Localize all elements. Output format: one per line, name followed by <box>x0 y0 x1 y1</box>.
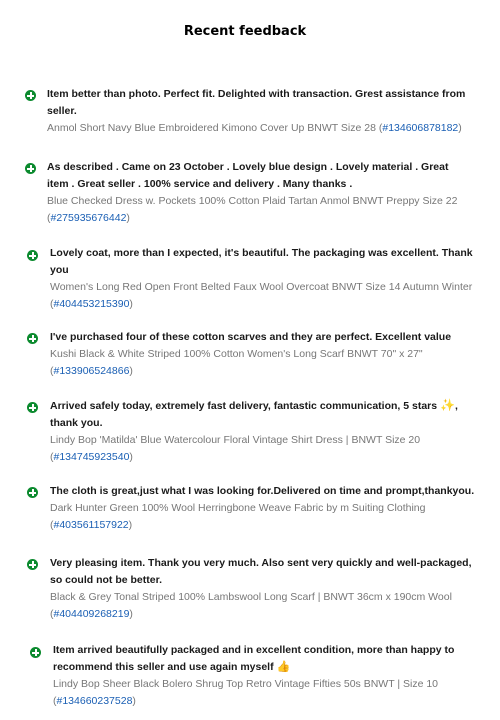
feedback-item: Women's Long Red Open Front Belted Faux … <box>50 279 475 313</box>
feedback-comment: Item better than photo. Perfect fit. Del… <box>47 88 466 117</box>
feedback-comment: The cloth is great,just what I was looki… <box>50 485 475 497</box>
positive-rating-icon <box>30 647 41 658</box>
item-title: Anmol Short Navy Blue Embroidered Kimono… <box>47 122 383 134</box>
positive-rating-icon <box>25 90 36 101</box>
feedback-entry: Very pleasing item. Thank you very much.… <box>50 555 475 623</box>
item-number-link[interactable]: #134660237528 <box>57 695 133 707</box>
positive-rating-icon <box>27 402 38 413</box>
feedback-comment: Very pleasing item. Thank you very much.… <box>50 557 472 586</box>
item-close-paren: ) <box>126 212 130 224</box>
feedback-item: Blue Checked Dress w. Pockets 100% Cotto… <box>47 193 472 227</box>
item-number-link[interactable]: #133906524866 <box>54 365 130 377</box>
feedback-item: Black & Grey Tonal Striped 100% Lambswoo… <box>50 589 475 623</box>
item-number-link[interactable]: #134745923540 <box>54 451 130 463</box>
sparkle-icon: ✨ <box>440 398 455 412</box>
item-close-paren: ) <box>128 519 133 531</box>
item-close-paren: ) <box>129 298 133 310</box>
item-close-paren: ) <box>129 365 133 377</box>
feedback-entry: As described . Came on 23 October . Love… <box>47 159 472 227</box>
feedback-entry: Item better than photo. Perfect fit. Del… <box>47 86 472 137</box>
feedback-item: Kushi Black & White Striped 100% Cotton … <box>50 346 475 380</box>
feedback-entry: The cloth is great,just what I was looki… <box>50 483 475 534</box>
feedback-entry: I've purchased four of these cotton scar… <box>50 329 475 380</box>
feedback-entry: Lovely coat, more than I expected, it's … <box>50 245 475 313</box>
item-number-link[interactable]: #404409268219 <box>54 608 130 620</box>
item-close-paren: ) <box>458 122 462 134</box>
feedback-entry: Arrived safely today, extremely fast del… <box>50 398 475 466</box>
feedback-item: Lindy Bop Sheer Black Bolero Shrug Top R… <box>53 676 478 710</box>
item-close-paren: ) <box>132 695 136 707</box>
feedback-comment: Item arrived beautifully packaged and in… <box>53 642 478 676</box>
feedback-entry: Item arrived beautifully packaged and in… <box>53 642 478 710</box>
feedback-item: Anmol Short Navy Blue Embroidered Kimono… <box>47 120 472 137</box>
page-title: Recent feedback <box>183 24 307 39</box>
positive-rating-icon <box>27 559 38 570</box>
item-number-link[interactable]: #403561157922 <box>54 519 129 531</box>
feedback-comment: As described . Came on 23 October . Love… <box>47 161 449 190</box>
positive-rating-icon <box>27 333 38 344</box>
feedback-comment: Arrived safely today, extremely fast del… <box>50 398 475 432</box>
comment-text: Arrived safely today, extremely fast del… <box>50 400 438 412</box>
feedback-comment: I've purchased four of these cotton scar… <box>50 331 452 343</box>
positive-rating-icon <box>27 487 38 498</box>
item-close-paren: ) <box>129 608 133 620</box>
positive-rating-icon <box>27 250 38 261</box>
feedback-item: Dark Hunter Green 100% Wool Herringbone … <box>50 500 475 534</box>
feedback-item: Lindy Bop 'Matilda' Blue Watercolour Flo… <box>50 432 475 466</box>
item-close-paren: ) <box>129 451 133 463</box>
feedback-comment: Lovely coat, more than I expected, it's … <box>50 247 473 276</box>
positive-rating-icon <box>25 163 36 174</box>
comment-text: Item arrived beautifully packaged and in… <box>53 644 455 673</box>
item-number-link[interactable]: #275935676442 <box>51 212 127 224</box>
item-number-link[interactable]: #404453215390 <box>54 298 130 310</box>
thumbs-up-icon: 👍 <box>276 661 291 673</box>
item-number-link[interactable]: #134606878182 <box>382 122 458 134</box>
